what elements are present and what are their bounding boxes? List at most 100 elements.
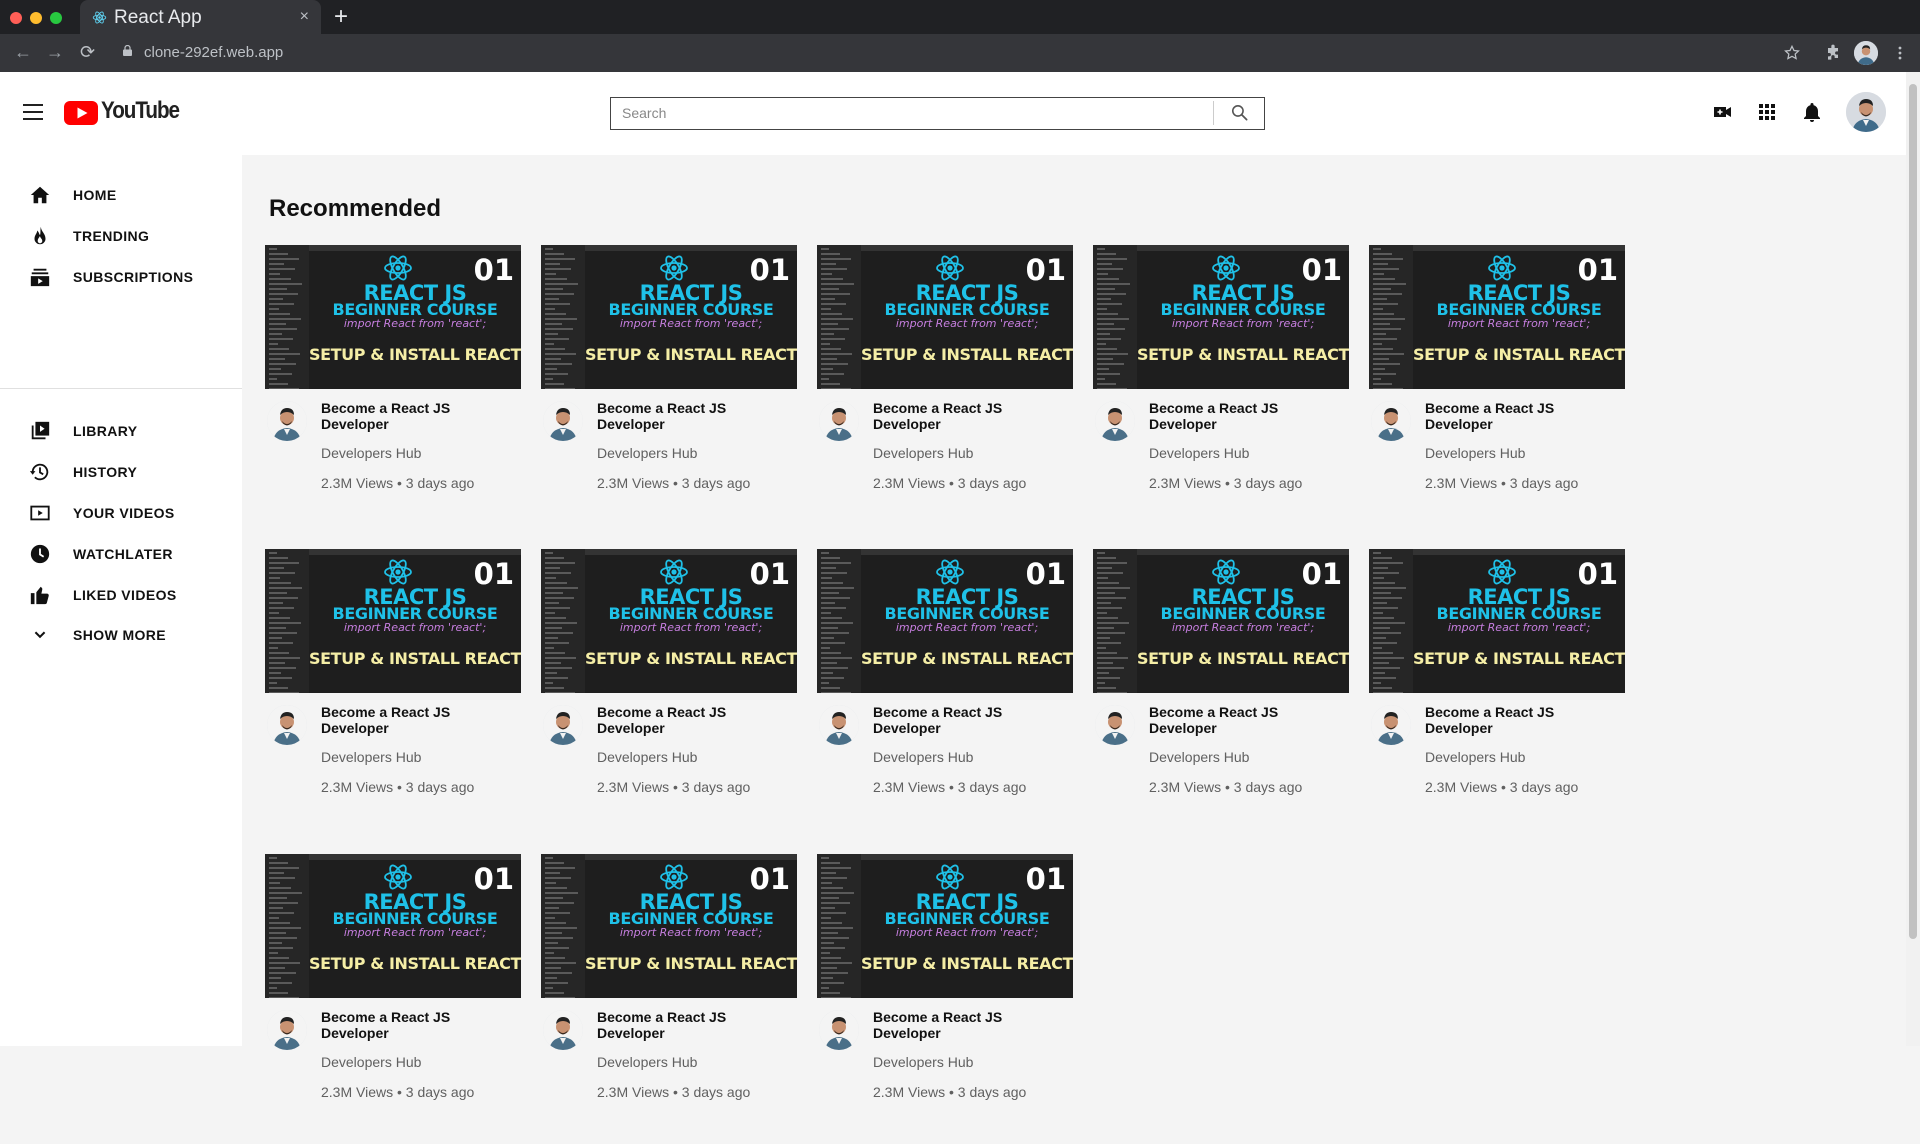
video-thumbnail[interactable]: 01 REACT JS BEGINNER COURSE import React…: [265, 854, 521, 998]
browser-profile-avatar[interactable]: [1854, 41, 1878, 65]
video-thumbnail[interactable]: 01 REACT JS BEGINNER COURSE import React…: [1369, 549, 1625, 693]
close-window-button[interactable]: [10, 12, 22, 24]
video-card[interactable]: 01 REACT JS BEGINNER COURSE import React…: [1093, 549, 1349, 839]
video-title[interactable]: Become a React JS Developer: [1425, 704, 1615, 736]
video-card[interactable]: 01 REACT JS BEGINNER COURSE import React…: [817, 854, 1073, 1144]
video-thumbnail[interactable]: 01 REACT JS BEGINNER COURSE import React…: [541, 549, 797, 693]
sidebar-item-trending[interactable]: TRENDING: [0, 218, 242, 254]
youtube-logo-text[interactable]: YouTube: [101, 97, 180, 125]
channel-avatar[interactable]: [543, 705, 583, 745]
sidebar-item-liked-videos[interactable]: LIKED VIDEOS: [0, 577, 242, 613]
back-button[interactable]: ←: [14, 42, 32, 63]
video-title[interactable]: Become a React JS Developer: [321, 704, 511, 736]
channel-avatar[interactable]: [1371, 705, 1411, 745]
search-input[interactable]: [611, 98, 1213, 128]
channel-name[interactable]: Developers Hub: [321, 1054, 421, 1070]
browser-menu-icon[interactable]: [1890, 43, 1910, 63]
channel-name[interactable]: Developers Hub: [1149, 749, 1249, 765]
hamburger-menu-icon[interactable]: [23, 104, 43, 120]
video-meta: 2.3M Views • 3 days ago: [1425, 475, 1579, 491]
video-card[interactable]: 01 REACT JS BEGINNER COURSE import React…: [265, 549, 521, 839]
channel-avatar[interactable]: [1371, 401, 1411, 441]
video-title[interactable]: Become a React JS Developer: [1149, 704, 1339, 736]
channel-avatar[interactable]: [543, 1010, 583, 1050]
channel-name[interactable]: Developers Hub: [597, 749, 697, 765]
video-card[interactable]: 01 REACT JS BEGINNER COURSE import React…: [1093, 245, 1349, 535]
video-title[interactable]: Become a React JS Developer: [1425, 400, 1615, 432]
video-title[interactable]: Become a React JS Developer: [321, 400, 511, 432]
browser-tab[interactable]: React App ×: [80, 0, 321, 34]
channel-name[interactable]: Developers Hub: [1425, 445, 1525, 461]
scrollbar-thumb[interactable]: [1909, 84, 1917, 939]
video-title[interactable]: Become a React JS Developer: [597, 400, 787, 432]
channel-name[interactable]: Developers Hub: [873, 445, 973, 461]
user-avatar[interactable]: [1846, 92, 1886, 132]
channel-avatar[interactable]: [819, 705, 859, 745]
video-card[interactable]: 01 REACT JS BEGINNER COURSE import React…: [1369, 245, 1625, 535]
channel-avatar[interactable]: [1095, 705, 1135, 745]
reload-button[interactable]: ⟳: [80, 42, 95, 63]
video-thumbnail[interactable]: 01 REACT JS BEGINNER COURSE import React…: [817, 549, 1073, 693]
video-title[interactable]: Become a React JS Developer: [321, 1009, 511, 1041]
video-card[interactable]: 01 REACT JS BEGINNER COURSE import React…: [541, 854, 797, 1144]
sidebar-item-your-videos[interactable]: YOUR VIDEOS: [0, 495, 242, 531]
notifications-bell-icon[interactable]: [1800, 100, 1824, 124]
apps-grid-icon[interactable]: [1755, 100, 1779, 124]
tab-close-icon[interactable]: ×: [300, 8, 309, 26]
create-video-icon[interactable]: [1711, 100, 1735, 124]
sidebar-item-home[interactable]: HOME: [0, 177, 242, 213]
sidebar-item-watch-later[interactable]: WATCHLATER: [0, 536, 242, 572]
video-title[interactable]: Become a React JS Developer: [597, 704, 787, 736]
sidebar-item-library[interactable]: LIBRARY: [0, 413, 242, 449]
video-thumbnail[interactable]: 01 REACT JS BEGINNER COURSE import React…: [1093, 245, 1349, 389]
video-thumbnail[interactable]: 01 REACT JS BEGINNER COURSE import React…: [817, 854, 1073, 998]
forward-button[interactable]: →: [46, 42, 64, 63]
video-card[interactable]: 01 REACT JS BEGINNER COURSE import React…: [265, 854, 521, 1144]
video-thumbnail[interactable]: 01 REACT JS BEGINNER COURSE import React…: [541, 245, 797, 389]
channel-avatar[interactable]: [819, 401, 859, 441]
video-thumbnail[interactable]: 01 REACT JS BEGINNER COURSE import React…: [817, 245, 1073, 389]
sidebar-item-history[interactable]: HISTORY: [0, 454, 242, 490]
video-title[interactable]: Become a React JS Developer: [597, 1009, 787, 1041]
video-title[interactable]: Become a React JS Developer: [1149, 400, 1339, 432]
channel-name[interactable]: Developers Hub: [597, 1054, 697, 1070]
channel-name[interactable]: Developers Hub: [321, 445, 421, 461]
page-scrollbar[interactable]: [1906, 72, 1920, 1046]
sidebar-item-subscriptions[interactable]: SUBSCRIPTIONS: [0, 259, 242, 295]
video-card[interactable]: 01 REACT JS BEGINNER COURSE import React…: [817, 549, 1073, 839]
youtube-logo-icon[interactable]: [64, 101, 98, 125]
video-thumbnail[interactable]: 01 REACT JS BEGINNER COURSE import React…: [1093, 549, 1349, 693]
video-title[interactable]: Become a React JS Developer: [873, 400, 1063, 432]
video-card[interactable]: 01 REACT JS BEGINNER COURSE import React…: [541, 549, 797, 839]
video-card[interactable]: 01 REACT JS BEGINNER COURSE import React…: [1369, 549, 1625, 839]
new-tab-button[interactable]: +: [334, 3, 348, 31]
video-title[interactable]: Become a React JS Developer: [873, 704, 1063, 736]
video-card[interactable]: 01 REACT JS BEGINNER COURSE import React…: [541, 245, 797, 535]
channel-name[interactable]: Developers Hub: [321, 749, 421, 765]
video-thumbnail[interactable]: 01 REACT JS BEGINNER COURSE import React…: [1369, 245, 1625, 389]
video-card[interactable]: 01 REACT JS BEGINNER COURSE import React…: [817, 245, 1073, 535]
maximize-window-button[interactable]: [50, 12, 62, 24]
channel-avatar[interactable]: [267, 705, 307, 745]
bookmark-star-icon[interactable]: [1782, 43, 1802, 63]
channel-name[interactable]: Developers Hub: [1149, 445, 1249, 461]
channel-avatar[interactable]: [267, 1010, 307, 1050]
channel-name[interactable]: Developers Hub: [873, 1054, 973, 1070]
channel-name[interactable]: Developers Hub: [873, 749, 973, 765]
video-thumbnail[interactable]: 01 REACT JS BEGINNER COURSE import React…: [265, 549, 521, 693]
extensions-puzzle-icon[interactable]: [1823, 43, 1843, 63]
sidebar-item-show-more[interactable]: SHOW MORE: [0, 617, 242, 653]
search-button[interactable]: [1213, 101, 1263, 125]
url-field[interactable]: clone-292ef.web.app: [144, 44, 283, 61]
minimize-window-button[interactable]: [30, 12, 42, 24]
channel-name[interactable]: Developers Hub: [597, 445, 697, 461]
video-thumbnail[interactable]: 01 REACT JS BEGINNER COURSE import React…: [265, 245, 521, 389]
channel-avatar[interactable]: [1095, 401, 1135, 441]
channel-avatar[interactable]: [267, 401, 307, 441]
channel-avatar[interactable]: [543, 401, 583, 441]
channel-name[interactable]: Developers Hub: [1425, 749, 1525, 765]
channel-avatar[interactable]: [819, 1010, 859, 1050]
video-thumbnail[interactable]: 01 REACT JS BEGINNER COURSE import React…: [541, 854, 797, 998]
video-card[interactable]: 01 REACT JS BEGINNER COURSE import React…: [265, 245, 521, 535]
video-title[interactable]: Become a React JS Developer: [873, 1009, 1063, 1041]
